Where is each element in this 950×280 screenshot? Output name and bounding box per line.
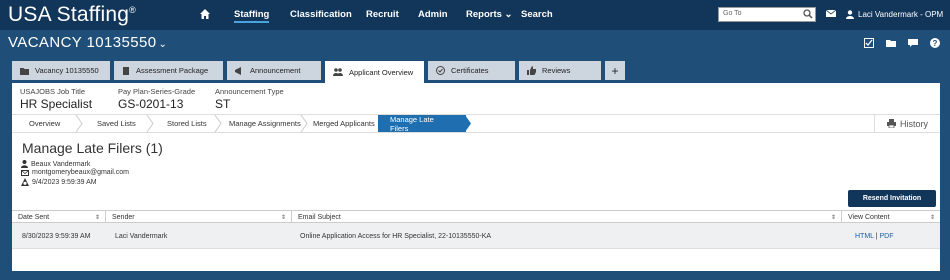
tab-label: Vacancy 10135550	[35, 66, 99, 75]
folder-icon[interactable]	[886, 38, 896, 48]
ppsg-info: Pay Plan-Series-Grade GS-0201-13	[118, 87, 195, 111]
sort-icon[interactable]: ⇕	[281, 214, 286, 221]
tab-assessment-package[interactable]: Assessment Package	[114, 61, 223, 80]
step-stored-lists[interactable]: Stored Lists	[167, 115, 207, 132]
step-merged-applicants[interactable]: Merged Applicants	[313, 115, 375, 132]
vacancy-title[interactable]: VACANCY 10135550 ⌄	[8, 34, 167, 51]
mail-icon	[21, 169, 29, 176]
megaphone-icon	[235, 66, 241, 75]
sort-icon[interactable]: ⇕	[831, 214, 836, 221]
column-email-subject[interactable]: Email Subject ⇕	[292, 211, 842, 223]
nav-classification[interactable]: Classification	[290, 9, 352, 20]
table-header: Date Sent ⇕ Sender ⇕ Email Subject ⇕ View C…	[12, 210, 940, 223]
announcement-type-value: ST	[215, 97, 231, 111]
history-button[interactable]: History	[874, 115, 940, 132]
step-manage-assignments[interactable]: Manage Assignments	[229, 115, 301, 132]
applicant-name: Beaux Vandermark	[31, 160, 91, 168]
sort-icon[interactable]: ⇕	[95, 214, 100, 221]
step-saved-lists[interactable]: Saved Lists	[97, 115, 136, 132]
clock-warning-icon	[21, 178, 29, 186]
tab-label: Announcement	[250, 66, 301, 75]
goto-input[interactable]: Go To	[718, 7, 816, 22]
ppsg-value: GS-0201-13	[118, 97, 184, 111]
header-icons: ?	[864, 38, 940, 48]
printer-icon	[886, 119, 896, 128]
announcement-type-info: Announcement Type ST	[215, 87, 284, 111]
tab-certificates[interactable]: Certificates	[428, 61, 515, 80]
tab-announcement[interactable]: Announcement	[227, 61, 321, 80]
column-view-content[interactable]: View Content ⇕	[842, 211, 940, 223]
job-title-label: USAJOBS Job Title	[20, 87, 86, 96]
top-nav-bar: USA Staffing® Staffing Classification Re…	[0, 0, 950, 30]
nav-recruit[interactable]: Recruit	[366, 9, 399, 20]
breadcrumb-steps: Overview Saved Lists Stored Lists Manage…	[12, 114, 940, 133]
help-icon[interactable]: ?	[930, 38, 940, 48]
mail-icon[interactable]	[826, 10, 836, 17]
cell-date-sent: 8/30/2023 9:59:39 AM	[22, 233, 91, 240]
html-link[interactable]: HTML	[855, 233, 874, 240]
tab-reviews[interactable]: Reviews	[519, 61, 601, 80]
chevron-down-icon: ⌄	[504, 9, 513, 20]
tab-label: Certificates	[451, 66, 489, 75]
chevron-down-icon: ⌄	[158, 39, 168, 50]
page-title: Manage Late Filers (1)	[22, 140, 163, 156]
cell-sender: Laci Vandermark	[115, 233, 168, 240]
nav-reports[interactable]: Reports ⌄	[466, 9, 513, 20]
comment-icon[interactable]	[908, 38, 918, 48]
tab-label: Applicant Overview	[349, 67, 414, 77]
check-circle-icon	[436, 66, 445, 75]
tab-label: Reviews	[542, 66, 571, 75]
tab-applicant-overview[interactable]: Applicant Overview	[325, 61, 424, 83]
cell-view-content: HTML | PDF	[855, 233, 894, 240]
nav-staffing[interactable]: Staffing	[234, 9, 270, 23]
table-row: 8/30/2023 9:59:39 AM Laci Vandermark Onl…	[12, 223, 940, 249]
applicant-date-row: 9/4/2023 9:59:39 AM	[21, 178, 97, 186]
thumbs-up-icon	[527, 66, 536, 75]
job-title-value: HR Specialist	[20, 97, 93, 111]
nav-search[interactable]: Search	[521, 9, 553, 20]
folder-icon	[20, 67, 29, 75]
vacancy-tabs: Vacancy 10135550 Assessment Package Anno…	[12, 61, 625, 83]
checklist-icon[interactable]	[864, 38, 874, 48]
tab-label: Assessment Package	[136, 66, 209, 75]
pdf-link[interactable]: PDF	[880, 233, 894, 240]
user-menu[interactable]: Laci Vandermark - OPM	[846, 10, 943, 19]
search-icon[interactable]	[803, 9, 813, 19]
nav-admin[interactable]: Admin	[418, 9, 448, 20]
applicant-email-row: montgomerybeaux@gmail.com	[21, 169, 129, 176]
history-label: History	[899, 118, 928, 129]
tab-vacancy[interactable]: Vacancy 10135550	[12, 61, 110, 80]
column-date-sent[interactable]: Date Sent ⇕	[12, 211, 106, 223]
sort-icon[interactable]: ⇕	[930, 214, 935, 221]
cell-email-subject: Online Application Access for HR Special…	[300, 233, 492, 240]
job-title-info: USAJOBS Job Title HR Specialist	[20, 87, 92, 111]
applicant-email: montgomerybeaux@gmail.com	[32, 169, 129, 176]
user-icon	[21, 160, 28, 168]
user-icon	[846, 10, 854, 19]
ppsg-label: Pay Plan-Series-Grade	[118, 87, 196, 96]
applicant-name-row: Beaux Vandermark	[21, 160, 90, 168]
resend-invitation-button[interactable]: Resend Invitation	[848, 190, 936, 207]
user-name: Laci Vandermark - OPM	[858, 10, 944, 19]
users-icon	[333, 68, 343, 76]
main-panel: USAJOBS Job Title HR Specialist Pay Plan…	[12, 83, 940, 271]
app-logo[interactable]: USA Staffing®	[8, 3, 136, 27]
home-icon[interactable]	[199, 8, 211, 20]
add-tab-button[interactable]: +	[605, 61, 625, 80]
applicant-date: 9/4/2023 9:59:39 AM	[32, 178, 97, 186]
svg-text:?: ?	[933, 39, 938, 48]
announcement-type-label: Announcement Type	[215, 87, 284, 96]
document-icon	[123, 66, 129, 75]
step-manage-late-filers[interactable]: Manage Late Filers	[378, 115, 466, 133]
page-footer-band	[0, 272, 950, 280]
step-overview[interactable]: Overview	[29, 115, 60, 132]
column-sender[interactable]: Sender ⇕	[106, 211, 292, 223]
